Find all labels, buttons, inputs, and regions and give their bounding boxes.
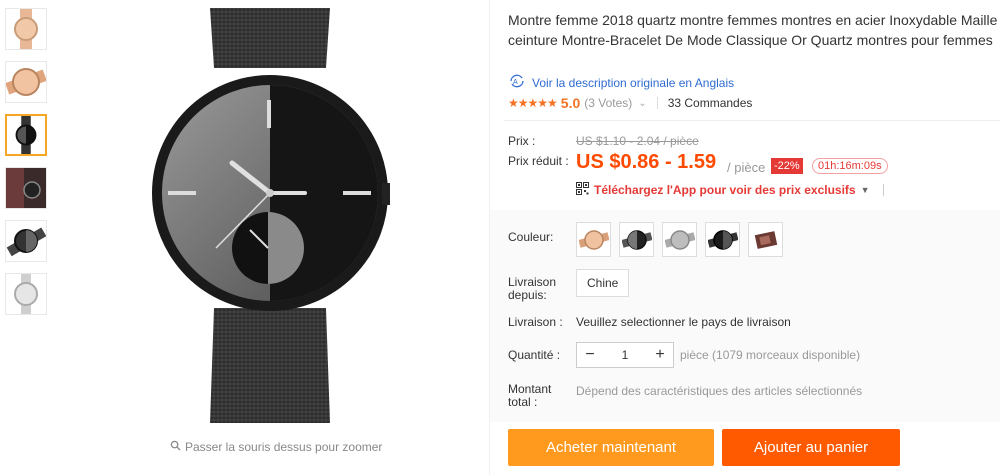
color-swatch-silver[interactable] bbox=[662, 222, 697, 257]
translate-icon: A bbox=[508, 74, 526, 91]
decrease-quantity-button[interactable]: − bbox=[577, 343, 603, 367]
color-swatch-black[interactable] bbox=[705, 222, 740, 257]
order-count: 33 Commandes bbox=[667, 96, 753, 110]
color-swatch-brown-box[interactable] bbox=[748, 222, 783, 257]
qr-code-icon bbox=[576, 182, 589, 198]
star-rating-icon: ★★★★★ bbox=[508, 96, 558, 110]
thumbnail-5[interactable] bbox=[5, 220, 47, 262]
chevron-down-icon[interactable]: ⌄ bbox=[638, 98, 646, 109]
divider bbox=[504, 120, 1000, 121]
quantity-available: pièce (1079 morceaux disponible) bbox=[680, 348, 861, 362]
price-label: Prix : bbox=[508, 134, 536, 148]
ship-from-option[interactable]: Chine bbox=[576, 269, 630, 297]
color-label: Couleur: bbox=[508, 230, 554, 244]
buy-now-button[interactable]: Acheter maintenant bbox=[508, 429, 714, 466]
original-price: US $1.10 - 2.04 / pièce bbox=[576, 134, 699, 148]
main-product-image[interactable] bbox=[140, 8, 400, 428]
divider bbox=[656, 97, 658, 109]
zoom-hint-text: Passer la souris dessus pour zoomer bbox=[185, 440, 383, 454]
ship-from-label-line2: depuis: bbox=[508, 288, 547, 302]
caret-down-icon: ▼ bbox=[860, 185, 870, 195]
quantity-label: Quantité : bbox=[508, 348, 561, 362]
thumbnail-4[interactable] bbox=[5, 167, 47, 209]
total-value: Dépend des caractéristiques des articles… bbox=[576, 384, 863, 398]
ship-from-label: Livraison depuis: bbox=[508, 276, 556, 302]
thumbnail-1[interactable] bbox=[5, 8, 47, 50]
vote-count[interactable]: (3 Votes) bbox=[584, 96, 632, 110]
total-label-line2: total : bbox=[508, 395, 538, 409]
original-description-text: Voir la description originale en Anglais bbox=[532, 75, 735, 90]
increase-quantity-button[interactable]: + bbox=[647, 343, 673, 367]
app-promo-link[interactable]: Téléchargez l'App pour voir des prix exc… bbox=[576, 182, 884, 198]
app-promo-text: Téléchargez l'App pour voir des prix exc… bbox=[594, 183, 856, 197]
thumbnail-3[interactable] bbox=[5, 114, 47, 156]
thumbnail-list bbox=[5, 8, 49, 326]
product-title: Montre femme 2018 quartz montre femmes m… bbox=[508, 12, 998, 48]
thumbnail-2[interactable] bbox=[5, 61, 47, 103]
product-info-panel: Montre femme 2018 quartz montre femmes m… bbox=[489, 0, 1000, 475]
shipping-label: Livraison : bbox=[508, 315, 563, 329]
zoom-hint: Passer la souris dessus pour zoomer bbox=[170, 440, 382, 454]
price-unit: / pièce bbox=[727, 160, 766, 175]
original-description-link[interactable]: A Voir la description originale en Angla… bbox=[508, 74, 734, 91]
rating-row: ★★★★★ 5.0 (3 Votes) ⌄ 33 Commandes bbox=[508, 95, 752, 111]
rating-score: 5.0 bbox=[560, 95, 581, 111]
magnifier-icon bbox=[170, 440, 181, 454]
thumbnail-6[interactable] bbox=[5, 273, 47, 315]
discount-badge: -22% bbox=[771, 158, 803, 174]
svg-text:A: A bbox=[513, 79, 518, 86]
quantity-input[interactable]: 1 bbox=[603, 348, 647, 362]
reduced-price-label: Prix réduit : bbox=[508, 154, 569, 168]
color-options bbox=[576, 222, 783, 257]
color-swatch-rose-gold[interactable] bbox=[576, 222, 611, 257]
divider bbox=[882, 184, 884, 196]
quantity-stepper: − 1 + bbox=[576, 342, 674, 368]
add-to-cart-button[interactable]: Ajouter au panier bbox=[722, 429, 900, 466]
shipping-value: Veuillez selectionner le pays de livrais… bbox=[576, 315, 791, 329]
color-swatch-black-gray[interactable] bbox=[619, 222, 654, 257]
discounted-price: US $0.86 - 1.59 bbox=[576, 151, 717, 173]
countdown-timer: 01h:16m:09s bbox=[812, 158, 888, 174]
total-label: Montant total : bbox=[508, 383, 551, 409]
